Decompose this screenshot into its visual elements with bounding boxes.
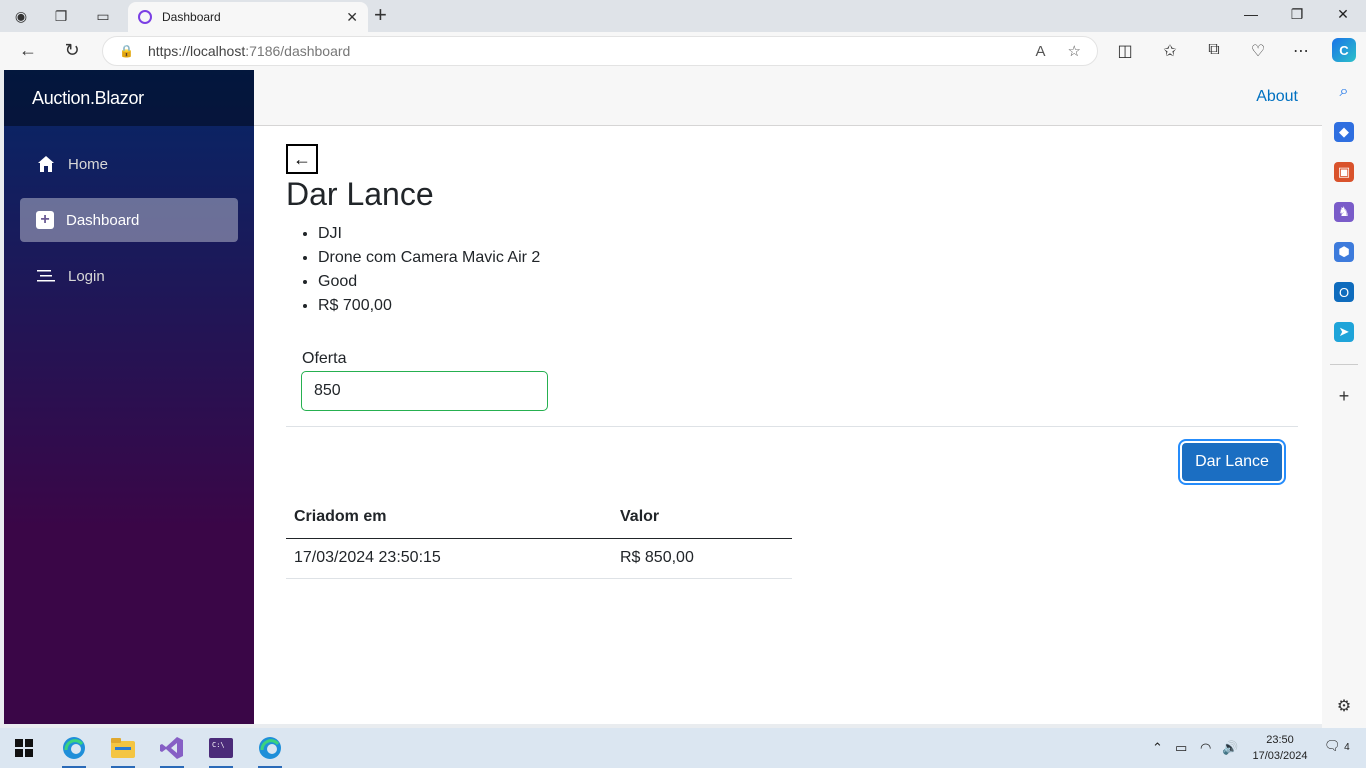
close-tab-icon[interactable]: ✕ [346,9,358,26]
chevron-up-icon[interactable]: ⌃ [1152,740,1163,756]
add-sidebar-app-icon[interactable]: + [1334,386,1354,406]
notification-count: 4 [1344,742,1350,753]
tab-title: Dashboard [162,10,221,24]
submit-bid-button[interactable]: Dar Lance [1180,441,1284,483]
divider [286,426,1298,427]
system-clock[interactable]: 23:50 17/03/2024 [1248,732,1312,764]
visual-studio-icon[interactable] [158,734,186,768]
svg-text:C:\: C:\ [212,741,225,749]
search-icon[interactable]: ⌕ [1334,82,1354,102]
nav-label: Login [68,267,105,285]
column-header: Valor [612,496,792,539]
table-cell: R$ 850,00 [612,538,792,579]
windows-taskbar: C:\ ⌃ ▭ ◠ 🔊 23:50 17/03/2024 🗨 4 [0,728,1366,768]
plus-square-icon: + [36,211,54,229]
bids-table: Criadom em Valor 17/03/2024 23:50:15 R$ … [286,496,792,579]
browser-toolbar: ← ↻ 🔒 https://localhost:7186/dashboard A… [0,32,1366,70]
copilot-icon[interactable]: C [1332,38,1356,62]
outlook-icon[interactable]: O [1334,282,1354,302]
clock-time: 23:50 [1266,734,1294,746]
performance-icon[interactable]: ♡ [1247,41,1269,61]
column-header: Criadom em [286,496,612,539]
page-title: Dar Lance [286,176,434,212]
shopping-tag-icon[interactable]: ◆ [1334,122,1354,142]
edge-taskbar-icon[interactable] [60,734,88,768]
clock-date: 17/03/2024 [1252,750,1308,762]
notifications-icon[interactable]: 🗨 4 [1324,738,1350,754]
wifi-icon[interactable]: ◠ [1200,740,1211,756]
favorite-star-icon[interactable]: ☆ [1068,42,1081,60]
address-bar[interactable]: 🔒 https://localhost:7186/dashboard A ☆ [102,36,1098,66]
top-row: About [254,70,1322,126]
start-button[interactable] [10,734,38,762]
app-sidebar: Auction.Blazor Home + Dashboard Login [4,70,254,724]
home-icon [36,154,56,174]
tab-actions-icon[interactable]: ▭ [92,5,114,27]
back-nav-icon[interactable]: ← [16,40,40,61]
list-icon [36,266,56,286]
office-icon[interactable]: ⬢ [1334,242,1354,262]
browser-tab-strip: ◉ ❐ ▭ Dashboard ✕ + — ❐ ✕ [0,0,1366,32]
lock-icon: 🔒 [119,44,134,58]
drop-icon[interactable]: ➤ [1334,322,1354,342]
brand-title[interactable]: Auction.Blazor [32,88,144,109]
list-item: R$ 700,00 [318,294,540,318]
nav-label: Home [68,155,109,173]
browser-tab[interactable]: Dashboard ✕ [128,2,368,32]
new-tab-button[interactable]: + [374,4,387,26]
terminal-icon[interactable]: C:\ [207,734,235,768]
sidebar-divider [1330,364,1358,365]
more-menu-icon[interactable]: ⋯ [1290,41,1312,61]
table-header-row: Criadom em Valor [286,496,792,539]
page-viewport: Auction.Blazor Home + Dashboard Login Ab… [4,70,1322,724]
volume-icon[interactable]: 🔊 [1222,740,1238,756]
about-link[interactable]: About [1256,88,1298,106]
workspaces-icon[interactable]: ❐ [50,5,72,27]
edge-sidebar: ⌕ ◆ ▣ ♞ ⬢ O ➤ + ⚙ [1322,70,1366,728]
offer-label: Oferta [302,350,347,367]
refresh-icon[interactable]: ↻ [60,40,84,61]
tools-icon[interactable]: ▣ [1334,162,1354,182]
url-text[interactable]: https://localhost:7186/dashboard [148,43,1014,59]
brand-bar: Auction.Blazor [4,70,254,126]
restore-icon[interactable]: ❐ [1274,6,1320,23]
list-item: Good [318,270,540,294]
table-row: 17/03/2024 23:50:15 R$ 850,00 [286,538,792,579]
profile-avatar-icon[interactable]: ◉ [10,5,32,27]
file-explorer-icon[interactable] [109,734,137,768]
table-cell: 17/03/2024 23:50:15 [286,538,612,579]
item-details-list: DJI Drone com Camera Mavic Air 2 Good R$… [318,222,540,318]
split-screen-icon[interactable]: ◫ [1114,41,1136,61]
games-icon[interactable]: ♞ [1334,202,1354,222]
favorites-icon[interactable]: ✩ [1159,41,1181,61]
blazor-favicon-icon [138,10,152,24]
minimize-icon[interactable]: — [1228,6,1274,22]
close-window-icon[interactable]: ✕ [1320,6,1366,23]
offer-input[interactable] [301,371,548,411]
back-button[interactable]: ← [286,144,318,174]
nav-item-dashboard[interactable]: + Dashboard [20,198,238,242]
nav-label: Dashboard [66,211,140,229]
battery-icon[interactable]: ▭ [1175,740,1187,756]
settings-gear-icon[interactable]: ⚙ [1334,696,1354,716]
nav-item-login[interactable]: Login [20,254,238,298]
list-item: DJI [318,222,540,246]
edge-window-icon[interactable] [256,734,284,768]
list-item: Drone com Camera Mavic Air 2 [318,246,540,270]
nav-item-home[interactable]: Home [20,142,238,186]
read-aloud-icon[interactable]: A [1036,43,1046,60]
nav-menu: Home + Dashboard Login [4,126,254,298]
collections-icon[interactable]: ⧉ [1203,41,1225,59]
